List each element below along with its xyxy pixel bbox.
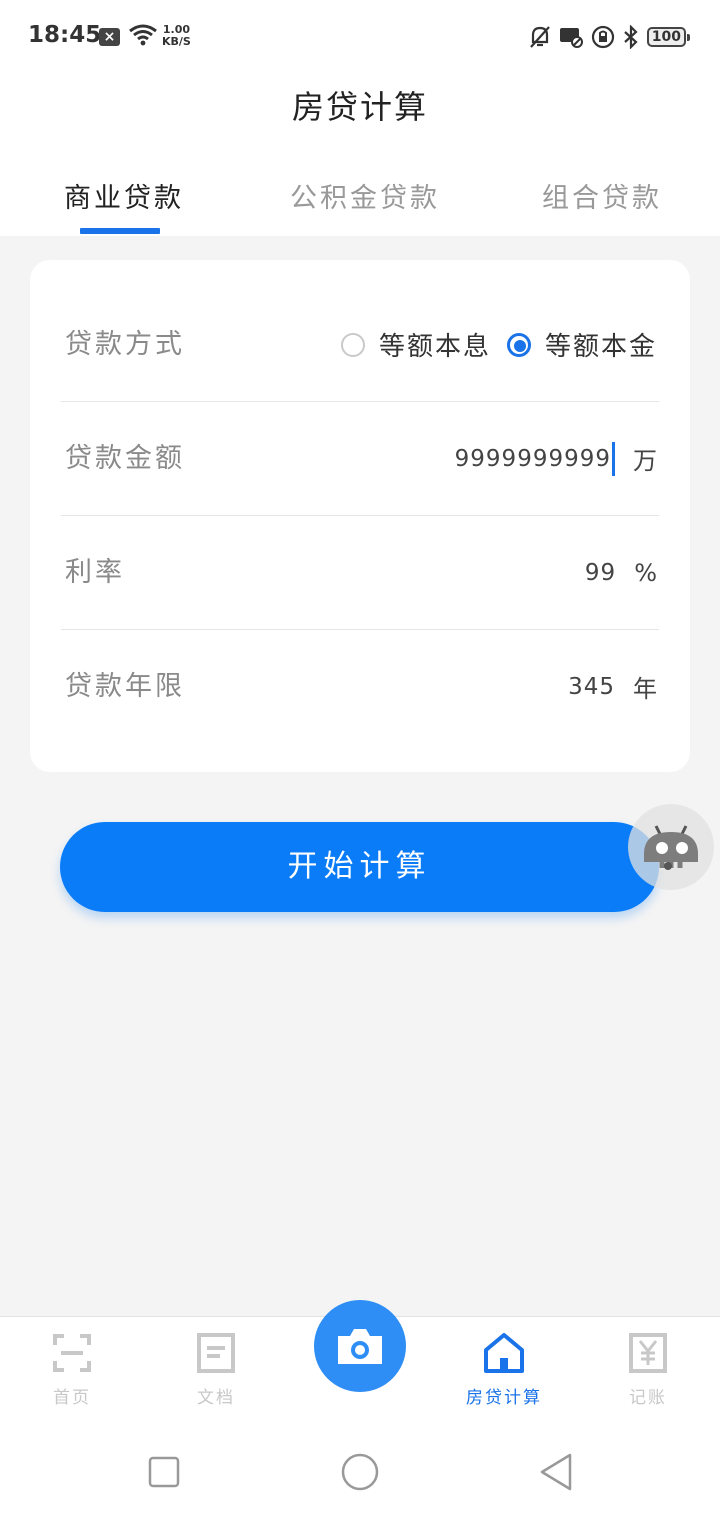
close-notification-icon: × — [99, 28, 120, 46]
equal-principal-label[interactable]: 等额本金 — [545, 326, 657, 363]
page-title: 房贷计算 — [291, 88, 428, 126]
system-navigation-bar — [0, 1416, 720, 1520]
loan-term-label: 贷款年限 — [65, 671, 185, 702]
camera-button[interactable] — [314, 1300, 406, 1392]
loan-form-card: 贷款方式 等额本息 等额本金 贷款金额 9999999999 万 利率 99 %… — [30, 260, 690, 772]
loan-method-label: 贷款方式 — [65, 329, 185, 360]
interest-rate-row: 利率 99 % — [61, 516, 659, 629]
equal-installment-label[interactable]: 等额本息 — [379, 326, 491, 363]
loan-term-input[interactable]: 345 — [568, 674, 615, 700]
tab-provident-fund-loan[interactable]: 公积金贷款 — [290, 176, 440, 215]
bluetooth-icon — [624, 25, 638, 49]
bell-muted-icon — [529, 26, 550, 48]
loan-amount-unit: 万 — [633, 447, 657, 475]
status-time: 18:45 — [28, 22, 102, 48]
tab-commercial-loan[interactable]: 商业贷款 — [64, 176, 184, 215]
nav-bookkeeping[interactable]: 记账 — [588, 1317, 708, 1417]
status-bar: 18:45 × 1.00 KB/S 100 — [0, 0, 720, 72]
yen-icon — [629, 1333, 667, 1373]
loan-method-row: 贷款方式 等额本息 等额本金 — [61, 288, 659, 401]
interest-rate-label: 利率 — [65, 557, 125, 588]
floating-assistant-button[interactable] — [628, 804, 714, 890]
message-off-icon — [559, 28, 583, 48]
equal-installment-radio[interactable] — [340, 332, 365, 357]
active-tab-indicator — [80, 228, 160, 234]
back-icon[interactable] — [538, 1452, 574, 1492]
app-header: 房贷计算 商业贷款 公积金贷款 组合贷款 — [0, 72, 720, 236]
loan-amount-label: 贷款金额 — [65, 443, 185, 474]
loan-amount-row: 贷款金额 9999999999 万 — [61, 402, 659, 515]
nav-mortgage-label: 房贷计算 — [466, 1388, 542, 1408]
wifi-icon — [129, 24, 157, 46]
nav-documents[interactable]: 文档 — [156, 1317, 276, 1417]
loan-amount-input[interactable]: 9999999999 — [455, 446, 611, 472]
loan-term-unit: 年 — [633, 675, 657, 703]
nav-bookkeeping-label: 记账 — [629, 1388, 667, 1408]
scan-icon — [53, 1334, 91, 1372]
loan-term-row: 贷款年限 345 年 — [61, 630, 659, 743]
nav-mortgage-calculator[interactable]: 房贷计算 — [444, 1317, 564, 1417]
document-icon — [197, 1333, 235, 1373]
start-calculation-button[interactable]: 开始计算 — [60, 822, 659, 912]
home-icon[interactable] — [340, 1452, 380, 1492]
nav-home-label: 首页 — [53, 1388, 91, 1408]
battery-icon: 100 — [646, 27, 690, 47]
interest-rate-input[interactable]: 99 — [585, 560, 616, 586]
robot-icon — [644, 825, 698, 870]
nav-documents-label: 文档 — [197, 1388, 235, 1408]
camera-icon — [338, 1329, 382, 1364]
interest-rate-unit: % — [634, 558, 657, 587]
recent-apps-icon[interactable] — [148, 1456, 180, 1488]
network-speed: 1.00 KB/S — [162, 23, 191, 48]
house-icon — [484, 1333, 524, 1373]
loan-type-tabs: 商业贷款 公积金贷款 组合贷款 — [0, 176, 720, 236]
lock-rotation-icon — [591, 25, 614, 49]
nav-home[interactable]: 首页 — [12, 1317, 132, 1417]
equal-principal-radio[interactable] — [506, 332, 531, 357]
text-cursor — [612, 441, 615, 476]
tab-combined-loan[interactable]: 组合贷款 — [542, 176, 662, 215]
